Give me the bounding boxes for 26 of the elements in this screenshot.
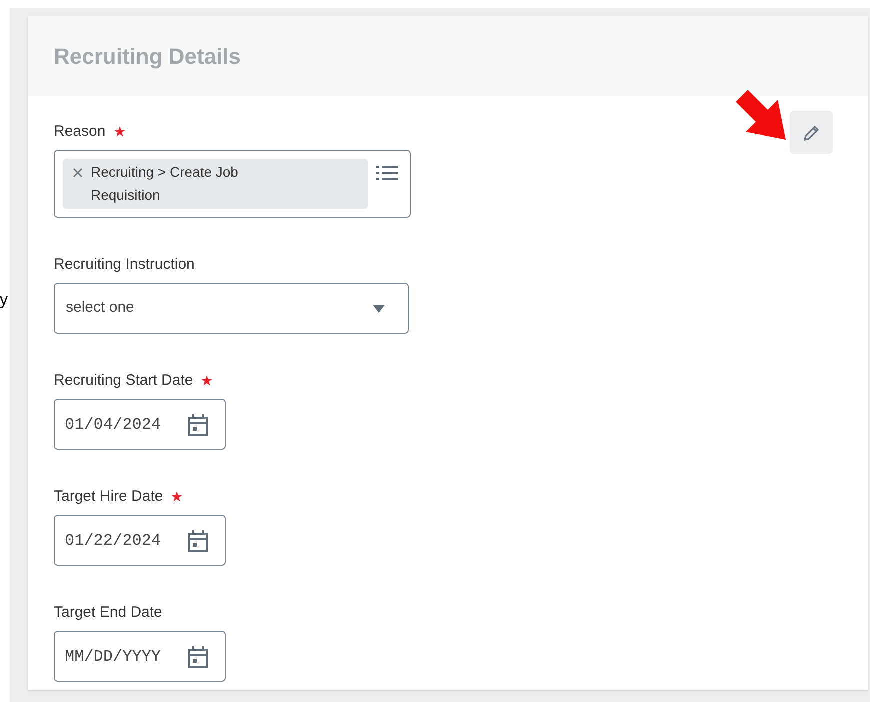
caret-icon <box>373 304 385 312</box>
date-field[interactable]: MM/DD/YYYY <box>54 631 226 682</box>
field-label: Target End Date <box>54 603 162 623</box>
field-label: Reason <box>54 122 106 142</box>
list-icon[interactable] <box>376 163 400 183</box>
date-input[interactable]: 01/04/2024 <box>65 412 175 436</box>
panel-title: Recruiting Details <box>54 42 242 71</box>
edit-button[interactable] <box>790 111 833 154</box>
date-field[interactable]: 01/04/2024 <box>54 399 226 450</box>
reason-field[interactable]: Recruiting > Create Job Requisition <box>54 150 411 218</box>
chip-label: Recruiting > Create Job Requisition <box>91 163 240 205</box>
calendar-icon[interactable] <box>187 528 209 552</box>
calendar-icon[interactable] <box>187 644 209 668</box>
selected-chip[interactable]: Recruiting > Create Job Requisition <box>63 159 368 209</box>
pointer-arrow <box>734 88 788 142</box>
cut-off-text: y <box>0 292 9 310</box>
date-input[interactable]: MM/DD/YYYY <box>65 644 175 668</box>
pencil-icon <box>802 124 820 142</box>
field-label: Target Hire Date <box>54 487 164 507</box>
field-label: Recruiting Start Date <box>54 371 194 391</box>
field-label: Recruiting Instruction <box>54 255 195 275</box>
dropdown-field[interactable]: select one <box>54 283 409 334</box>
date-field[interactable]: 01/22/2024 <box>54 515 226 566</box>
date-input[interactable]: 01/22/2024 <box>65 528 175 552</box>
remove-icon[interactable] <box>73 168 83 178</box>
calendar-icon[interactable] <box>187 412 209 436</box>
